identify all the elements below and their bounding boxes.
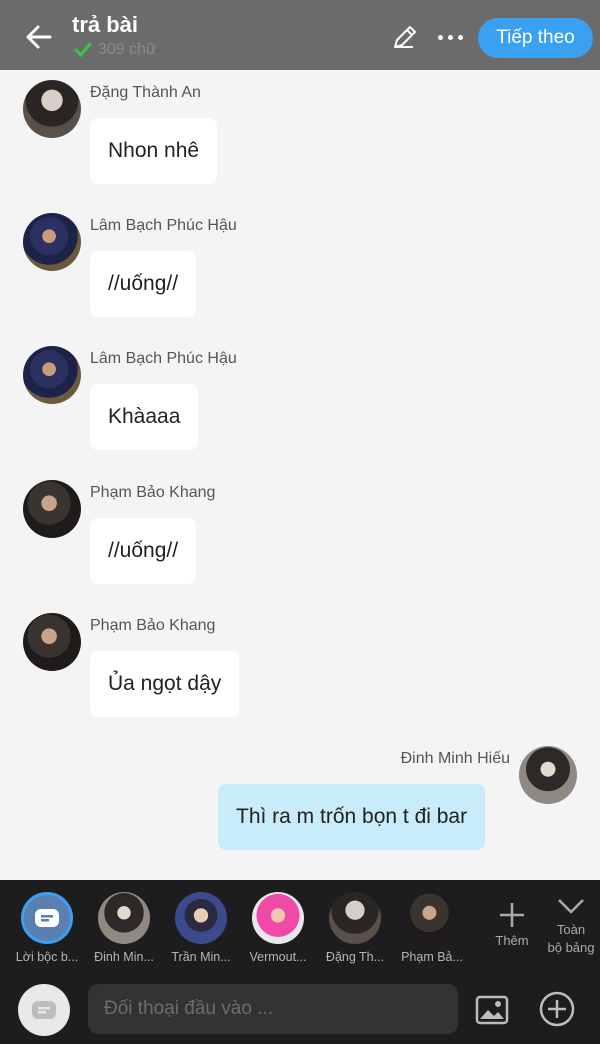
- page-title: trả bài: [72, 12, 139, 37]
- collapse-label-line-2: bộ bảng: [547, 940, 595, 955]
- narration-toggle-button[interactable]: [18, 984, 70, 1036]
- message-bubble[interactable]: Thì ra m trốn bọn t đi bar: [218, 784, 486, 850]
- sender-name: Đặng Thành An: [90, 84, 201, 101]
- add-label: Thêm: [495, 933, 529, 948]
- message-bubble[interactable]: Ủa ngọt dậy: [90, 651, 240, 717]
- expand-panel-button[interactable]: Toàn bộ bảng: [540, 896, 600, 957]
- sender-name: Phạm Bảo Khang: [90, 617, 216, 634]
- character-label: Trần Min...: [171, 950, 231, 964]
- avatar: [98, 892, 150, 944]
- chevron-down-icon: [558, 899, 584, 914]
- dialogue-input[interactable]: Đối thoại đầu vào ...: [88, 984, 458, 1034]
- check-icon: [74, 42, 92, 58]
- character-item[interactable]: Phạm Bả...: [397, 892, 467, 964]
- message-bubble[interactable]: Nhon nhê: [90, 118, 218, 184]
- sender-name: Phạm Bảo Khang: [90, 484, 216, 501]
- composer: Đối thoại đầu vào ...: [0, 978, 600, 1044]
- character-item[interactable]: Trần Min...: [166, 892, 236, 964]
- character-selector: Lời bộc b... Đinh Min... Trần Min... Ver…: [0, 880, 600, 975]
- more-options-icon[interactable]: [432, 22, 468, 52]
- top-bar: trả bài 309 chữ Tiếp theo: [0, 0, 600, 70]
- bottom-panel: Lời bộc b... Đinh Min... Trần Min... Ver…: [0, 880, 600, 1044]
- avatar: [406, 892, 458, 944]
- add-circle-icon[interactable]: [538, 990, 576, 1028]
- character-label: Lời bộc b...: [15, 950, 79, 964]
- collapse-label-line-1: Toàn: [556, 922, 586, 937]
- avatar[interactable]: [519, 746, 577, 804]
- message-bubble[interactable]: //uống//: [90, 251, 197, 317]
- avatar[interactable]: [23, 80, 81, 138]
- character-narration[interactable]: Lời bộc b...: [12, 892, 82, 964]
- character-label: Đinh Min...: [94, 950, 154, 964]
- avatar[interactable]: [23, 346, 81, 404]
- pencil-icon[interactable]: [390, 22, 420, 52]
- image-icon[interactable]: [474, 992, 510, 1028]
- word-count-text: 309 chữ: [98, 41, 157, 58]
- sender-name: Lâm Bạch Phúc Hậu: [90, 350, 237, 367]
- sender-name: Đinh Minh Hiếu: [400, 750, 510, 767]
- narration-icon: [21, 892, 73, 944]
- avatar: [175, 892, 227, 944]
- character-label: Phạm Bả...: [401, 950, 463, 964]
- character-label: Vermout...: [249, 950, 307, 964]
- avatar[interactable]: [23, 613, 81, 671]
- avatar: [252, 892, 304, 944]
- message-bubble[interactable]: //uống//: [90, 518, 197, 584]
- character-item[interactable]: Đặng Th...: [320, 892, 390, 964]
- character-item[interactable]: Đinh Min...: [89, 892, 159, 964]
- avatar[interactable]: [23, 480, 81, 538]
- add-character-button[interactable]: Thêm: [488, 900, 536, 948]
- narration-icon: [32, 1001, 56, 1019]
- avatar: [329, 892, 381, 944]
- back-arrow-icon[interactable]: [22, 20, 56, 54]
- avatar[interactable]: [23, 213, 81, 271]
- sender-name: Lâm Bạch Phúc Hậu: [90, 217, 237, 234]
- message-bubble[interactable]: Khàaaa: [90, 384, 199, 450]
- next-button[interactable]: Tiếp theo: [478, 18, 593, 58]
- character-label: Đặng Th...: [325, 950, 385, 964]
- plus-icon: [500, 903, 524, 927]
- character-item[interactable]: Vermout...: [243, 892, 313, 964]
- word-count: 309 chữ: [74, 41, 157, 59]
